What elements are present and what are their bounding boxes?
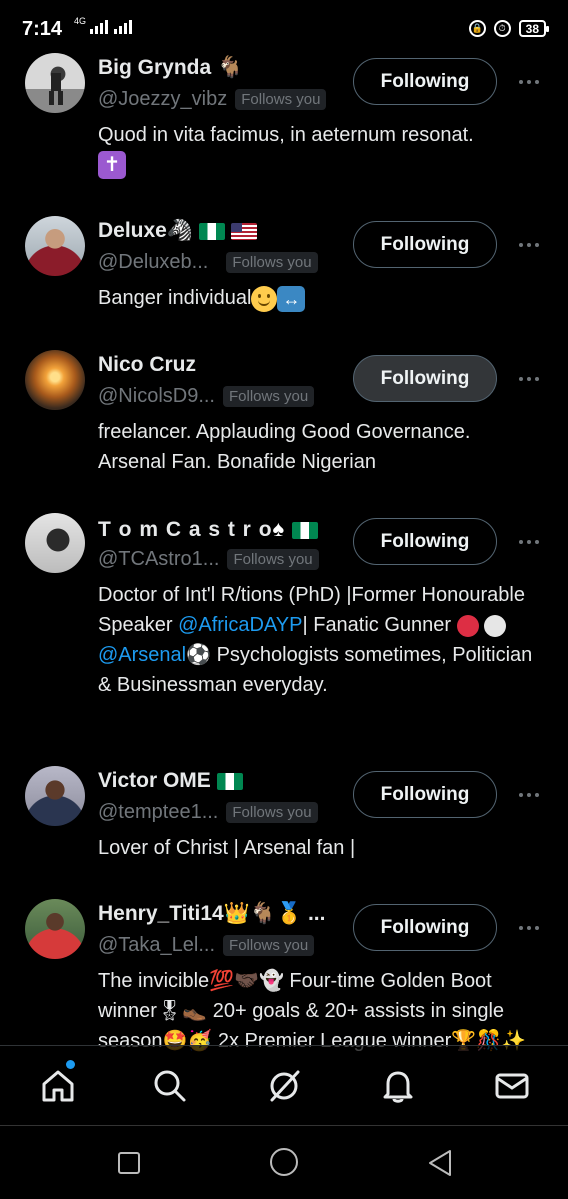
list-item[interactable]: T o m C a s t r o♠ @TCAstro1... Follows … bbox=[0, 508, 568, 758]
alarm-icon: ⏱ bbox=[493, 20, 511, 37]
user-name[interactable]: Victor OME bbox=[98, 769, 243, 793]
follows-you-badge: Follows you bbox=[227, 549, 319, 570]
signal-icons: 4G bbox=[74, 16, 133, 34]
spade-icon: ♠ bbox=[272, 516, 286, 541]
user-name[interactable]: Deluxe🦓 bbox=[98, 219, 257, 243]
avatar[interactable] bbox=[25, 53, 85, 113]
avatar[interactable] bbox=[25, 899, 85, 959]
signal-icon bbox=[90, 20, 109, 34]
home-icon[interactable] bbox=[38, 1066, 78, 1106]
follows-you-badge: Follows you bbox=[223, 935, 315, 956]
lock-icon: 🔒 bbox=[468, 20, 486, 37]
avatar[interactable] bbox=[25, 513, 85, 573]
avatar[interactable] bbox=[25, 350, 85, 410]
follows-you-badge: Follows you bbox=[223, 386, 315, 407]
mail-icon[interactable] bbox=[492, 1066, 532, 1106]
follows-you-badge: Follows you bbox=[235, 89, 327, 110]
status-bar: 7:14 4G 🔒 ⏱ 38 bbox=[0, 0, 568, 52]
more-options-icon[interactable] bbox=[515, 785, 543, 805]
user-handle: @temptee1... bbox=[98, 801, 219, 823]
user-name[interactable]: Henry_Titi14👑🐐🥇 ... bbox=[98, 902, 325, 926]
list-item[interactable]: Victor OME @temptee1... Follows you Foll… bbox=[0, 761, 568, 891]
user-name[interactable]: T o m C a s t r o♠ bbox=[98, 516, 319, 542]
status-time: 7:14 bbox=[22, 18, 63, 40]
search-icon[interactable] bbox=[150, 1066, 190, 1106]
following-button[interactable]: Following bbox=[353, 518, 497, 565]
mention-link[interactable]: @AfricaDAYP bbox=[178, 614, 302, 636]
user-name-text: Deluxe🦓 bbox=[98, 219, 194, 242]
battery-level: 38 bbox=[525, 21, 539, 36]
bio-text: Banger individual bbox=[98, 287, 252, 309]
user-bio: freelancer. Applauding Good Governance. … bbox=[98, 421, 471, 473]
list-item[interactable]: Big Grynda 🐐 @Joezzy_vibz Follows you Fo… bbox=[0, 48, 568, 208]
following-button[interactable]: Following bbox=[353, 771, 497, 818]
recent-apps-icon[interactable] bbox=[118, 1152, 140, 1174]
notification-dot-icon bbox=[66, 1060, 75, 1069]
user-name[interactable]: Big Grynda 🐐 bbox=[98, 56, 243, 80]
red-circle-emoji bbox=[456, 614, 479, 637]
signal-icon-2 bbox=[114, 20, 133, 34]
user-handle: @Joezzy_vibz bbox=[98, 88, 228, 110]
following-button[interactable]: Following bbox=[353, 355, 497, 402]
bell-icon[interactable] bbox=[378, 1066, 418, 1106]
user-handle: @NicolsD9... bbox=[98, 385, 215, 407]
avatar[interactable] bbox=[25, 766, 85, 826]
more-options-icon[interactable] bbox=[515, 72, 543, 92]
user-name-text: Victor OME bbox=[98, 769, 211, 792]
more-options-icon[interactable] bbox=[515, 369, 543, 389]
bio-text-2: | Fanatic Gunner bbox=[302, 614, 457, 636]
nigeria-flag-icon bbox=[216, 772, 243, 790]
following-button[interactable]: Following bbox=[353, 221, 497, 268]
grok-icon[interactable] bbox=[264, 1066, 304, 1106]
user-bio: Banger individual ↔ bbox=[98, 283, 538, 313]
list-item[interactable]: Deluxe🦓 @Deluxeb... Follows you Followin… bbox=[0, 211, 568, 341]
more-options-icon[interactable] bbox=[515, 918, 543, 938]
avatar[interactable] bbox=[25, 216, 85, 276]
bottom-navigation bbox=[0, 1045, 568, 1125]
status-right: 🔒 ⏱ 38 bbox=[468, 20, 550, 37]
user-bio: Doctor of Int'l R/tions (PhD) |Former Ho… bbox=[98, 580, 538, 700]
handle-line: @Taka_Lel... Follows you bbox=[98, 934, 315, 957]
user-bio: The invicible💯🤝🏿👻 Four-time Golden Boot … bbox=[98, 970, 527, 1052]
follows-you-badge: Follows you bbox=[226, 252, 318, 273]
user-bio: Lover of Christ | Arsenal fan | bbox=[98, 837, 356, 859]
back-icon[interactable] bbox=[426, 1148, 454, 1183]
user-bio: Quod in vita facimus, in aeternum resona… bbox=[98, 120, 538, 180]
user-name[interactable]: Nico Cruz bbox=[98, 353, 196, 377]
follows-you-badge: Follows you bbox=[226, 802, 318, 823]
handle-line: @Deluxeb... Follows you bbox=[98, 251, 318, 274]
more-options-icon[interactable] bbox=[515, 532, 543, 552]
following-button[interactable]: Following bbox=[353, 904, 497, 951]
usa-flag-icon bbox=[230, 222, 257, 240]
user-handle: @TCAstro1... bbox=[98, 548, 220, 570]
battery-icon: 38 bbox=[518, 20, 550, 37]
handle-line: @temptee1... Follows you bbox=[98, 801, 318, 824]
following-button[interactable]: Following bbox=[353, 58, 497, 105]
handle-line: @NicolsD9... Follows you bbox=[98, 385, 315, 408]
user-handle: @Taka_Lel... bbox=[98, 934, 216, 956]
handle-line: @Joezzy_vibz Follows you bbox=[98, 88, 327, 111]
list-item[interactable]: Nico Cruz @NicolsD9... Follows you Follo… bbox=[0, 345, 568, 505]
handle-line: @TCAstro1... Follows you bbox=[98, 548, 319, 571]
home-button-icon[interactable] bbox=[270, 1148, 298, 1176]
left-right-arrow-emoji: ↔ bbox=[277, 285, 306, 312]
latin-cross-emoji: ✝ bbox=[98, 151, 126, 179]
user-name-text: T o m C a s t r o bbox=[98, 518, 273, 541]
network-type: 4G bbox=[74, 16, 87, 26]
white-circle-emoji bbox=[484, 614, 507, 637]
user-handle: @Deluxeb... bbox=[98, 251, 209, 273]
more-options-icon[interactable] bbox=[515, 235, 543, 255]
nigeria-flag-icon bbox=[292, 521, 319, 539]
avatar-figure bbox=[49, 73, 63, 105]
bio-text: Quod in vita facimus, in aeternum resona… bbox=[98, 124, 474, 146]
smile-emoji bbox=[251, 285, 278, 312]
system-navigation-bar bbox=[0, 1125, 568, 1199]
nigeria-flag-icon bbox=[198, 222, 225, 240]
mention-link[interactable]: @Arsenal bbox=[98, 644, 186, 666]
screen: 7:14 4G 🔒 ⏱ 38 Big Grynda 🐐 @Joezzy_vibz bbox=[0, 0, 568, 1199]
